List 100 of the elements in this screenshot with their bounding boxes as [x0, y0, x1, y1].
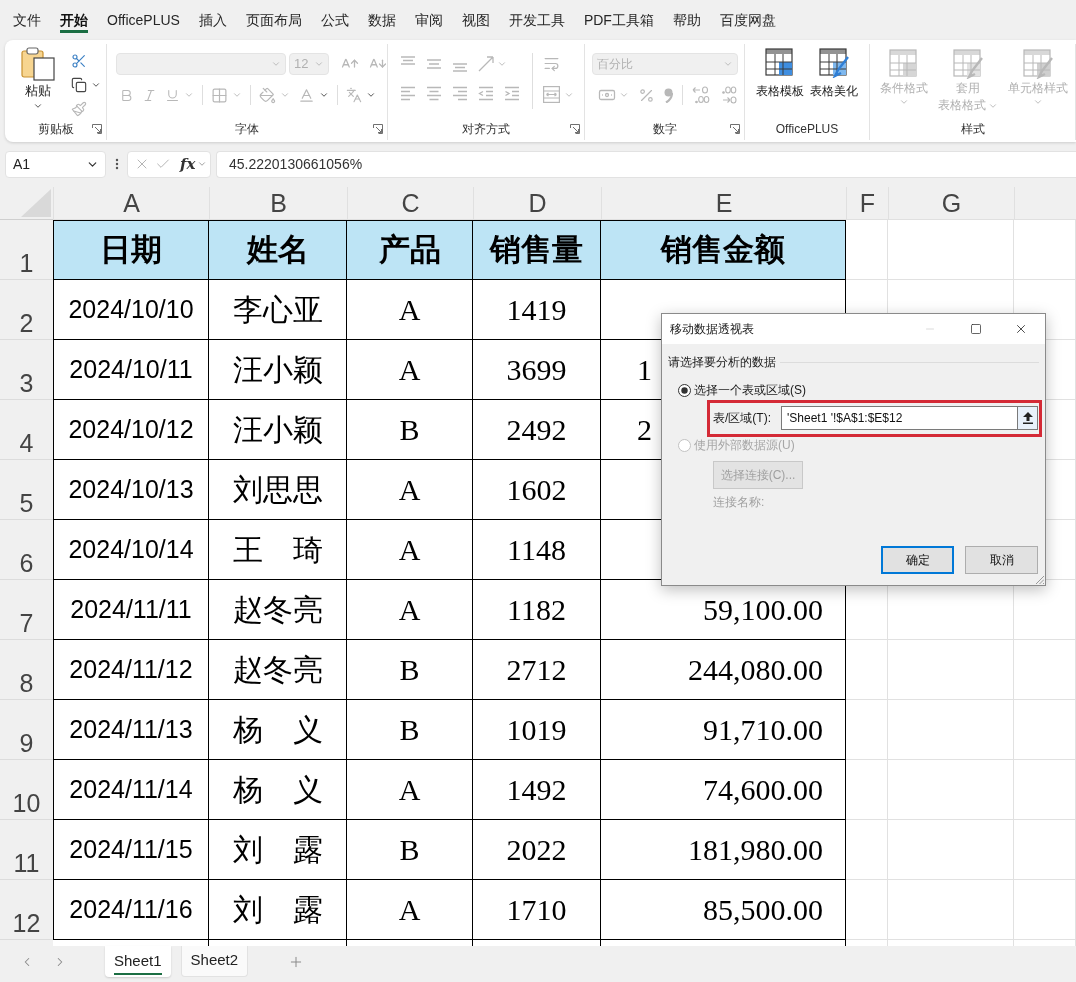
group-label: OfficePLUS — [775, 121, 839, 138]
table-grid-icon[interactable] — [765, 48, 795, 78]
column-header[interactable]: D — [473, 187, 601, 220]
menu-tab[interactable]: 帮助 — [672, 7, 701, 33]
table-cell: 2024/11/16 — [53, 880, 209, 940]
table-cell: 1602 — [473, 460, 601, 520]
menu-tab[interactable]: PDF工具箱 — [583, 7, 654, 33]
align-left-icon[interactable] — [400, 86, 416, 102]
scissors-icon[interactable] — [71, 53, 87, 69]
menu-tab[interactable]: 公式 — [320, 7, 349, 33]
resize-grip-icon[interactable] — [1035, 575, 1044, 584]
table-cell: A — [347, 580, 473, 640]
table-cell: 2022 — [473, 820, 601, 880]
table-cell: A — [347, 340, 473, 400]
maximize-icon[interactable] — [970, 323, 982, 335]
table-cell: 1148 — [473, 520, 601, 580]
officeplus-button[interactable]: 表格美化 — [810, 48, 858, 100]
align-right-icon[interactable] — [452, 86, 468, 102]
underline-icon[interactable] — [165, 87, 180, 103]
copy-icon[interactable] — [71, 77, 87, 93]
table-cell: 刘思思 — [209, 460, 347, 520]
menu-tab[interactable]: 审阅 — [414, 7, 443, 33]
table-cell: 85,500.00 — [601, 880, 846, 940]
field-label: 连接名称: — [713, 494, 765, 511]
menu-tab[interactable]: 百度网盘 — [719, 7, 776, 33]
menu-tab[interactable]: 视图 — [461, 7, 490, 33]
border-grid-icon[interactable] — [211, 86, 228, 104]
table-cell: B — [347, 700, 473, 760]
insert-function-button[interactable]: fx — [180, 152, 208, 176]
caret-icon[interactable] — [319, 90, 329, 100]
column-header[interactable]: C — [347, 187, 473, 220]
arrow-up-icon[interactable] — [1022, 412, 1033, 424]
dialog-button[interactable]: 取消 — [965, 546, 1038, 574]
table-cell: 3699 — [473, 340, 601, 400]
table-cell: 2024/11/14 — [53, 760, 209, 820]
menu-tab[interactable]: 数据 — [367, 7, 396, 33]
caret-icon[interactable] — [91, 80, 101, 90]
paste-button[interactable]: 粘贴 — [19, 47, 57, 117]
column-header[interactable]: G — [888, 187, 1014, 220]
clipboard-icon[interactable] — [21, 47, 55, 81]
table-cell: 2712 — [473, 640, 601, 700]
merge-cells-icon[interactable] — [543, 86, 560, 103]
table-cell: 59,100.00 — [601, 580, 846, 640]
indent-increase-icon[interactable] — [504, 86, 520, 102]
menu-tab[interactable]: OfficePLUS — [107, 7, 180, 33]
paint-bucket-icon[interactable] — [259, 86, 276, 104]
comma-style-icon[interactable] — [664, 87, 673, 103]
group-label: 数字 — [652, 121, 677, 138]
table-header-cell: 日期 — [53, 220, 209, 280]
table-cell: 2024/10/11 — [53, 340, 209, 400]
align-center-icon[interactable] — [426, 86, 442, 102]
table-cell: A — [347, 880, 473, 940]
table-cell: 2024/10/12 — [53, 400, 209, 460]
dialog-launcher-icon[interactable] — [92, 124, 102, 134]
column-header[interactable]: A — [53, 187, 209, 220]
diagonal-arrow-icon[interactable] — [478, 56, 494, 72]
formula-field[interactable]: 45.2220130661056% — [216, 150, 1076, 178]
font-name-dropdown[interactable] — [116, 53, 286, 75]
menu-tab[interactable]: 开发工具 — [508, 7, 565, 33]
column-header[interactable] — [1014, 187, 1076, 220]
range-field[interactable]: 'Sheet1 '!$A$1:$E$12 — [781, 406, 1017, 430]
sheet-tab[interactable]: Sheet1 — [105, 946, 171, 977]
wrap-text-icon[interactable] — [543, 55, 560, 72]
radio-icon[interactable] — [678, 383, 691, 397]
officeplus-button[interactable]: 表格模板 — [756, 48, 804, 100]
table-brush-icon[interactable] — [819, 48, 849, 78]
table-cell: A — [347, 760, 473, 820]
sheet-tab[interactable]: Sheet2 — [180, 946, 249, 977]
column-header[interactable]: F — [846, 187, 888, 220]
dialog-button[interactable]: 确定 — [881, 546, 954, 574]
table-cell: 2024/10/10 — [53, 280, 209, 340]
increase-decimal-icon[interactable] — [719, 86, 737, 104]
menu-tab[interactable]: 页面布局 — [245, 7, 302, 33]
indent-decrease-icon[interactable] — [478, 86, 494, 102]
percent-icon[interactable] — [638, 86, 655, 104]
menu-tab[interactable]: 文件 — [13, 7, 41, 33]
collapse-button[interactable] — [1017, 406, 1038, 430]
align-middle-icon[interactable] — [426, 56, 442, 72]
translate-icon[interactable] — [346, 87, 362, 103]
dialog-title: 移动数据透视表 — [670, 321, 755, 338]
bold-icon[interactable] — [119, 87, 134, 103]
a-underline-icon[interactable] — [298, 86, 315, 104]
table-cell: 2024/11/13 — [53, 700, 209, 760]
paintbrush-icon[interactable] — [71, 101, 87, 117]
table-cell: B — [347, 640, 473, 700]
column-header[interactable]: E — [601, 187, 846, 220]
table-header-cell: 销售金额 — [601, 220, 846, 280]
column-header[interactable]: B — [209, 187, 347, 220]
italic-icon[interactable] — [142, 87, 157, 103]
table-cell: 91,710.00 — [601, 700, 846, 760]
table-cell: A — [347, 520, 473, 580]
caret-icon[interactable] — [366, 90, 376, 100]
menu-tab[interactable]: 插入 — [198, 7, 227, 33]
caret-icon[interactable] — [33, 101, 43, 111]
table-cell: A — [347, 460, 473, 520]
close-icon[interactable] — [1014, 322, 1028, 336]
name-box[interactable]: A1 — [5, 150, 106, 178]
decrease-decimal-icon[interactable] — [692, 86, 710, 104]
menu-tab[interactable]: 开始 — [60, 7, 88, 33]
group-label: 字体 — [235, 121, 259, 138]
